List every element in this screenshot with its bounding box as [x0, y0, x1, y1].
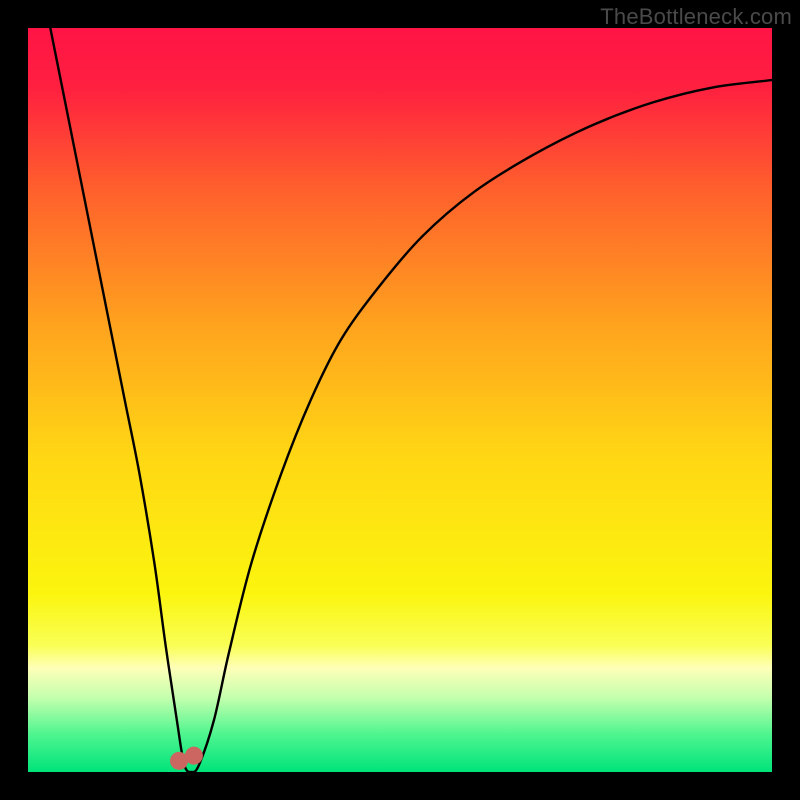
dip-marker-point — [185, 747, 203, 765]
chart-svg — [28, 28, 772, 772]
gradient-background — [28, 28, 772, 772]
plot-area — [28, 28, 772, 772]
watermark-text: TheBottleneck.com — [600, 4, 792, 30]
chart-frame: TheBottleneck.com — [0, 0, 800, 800]
